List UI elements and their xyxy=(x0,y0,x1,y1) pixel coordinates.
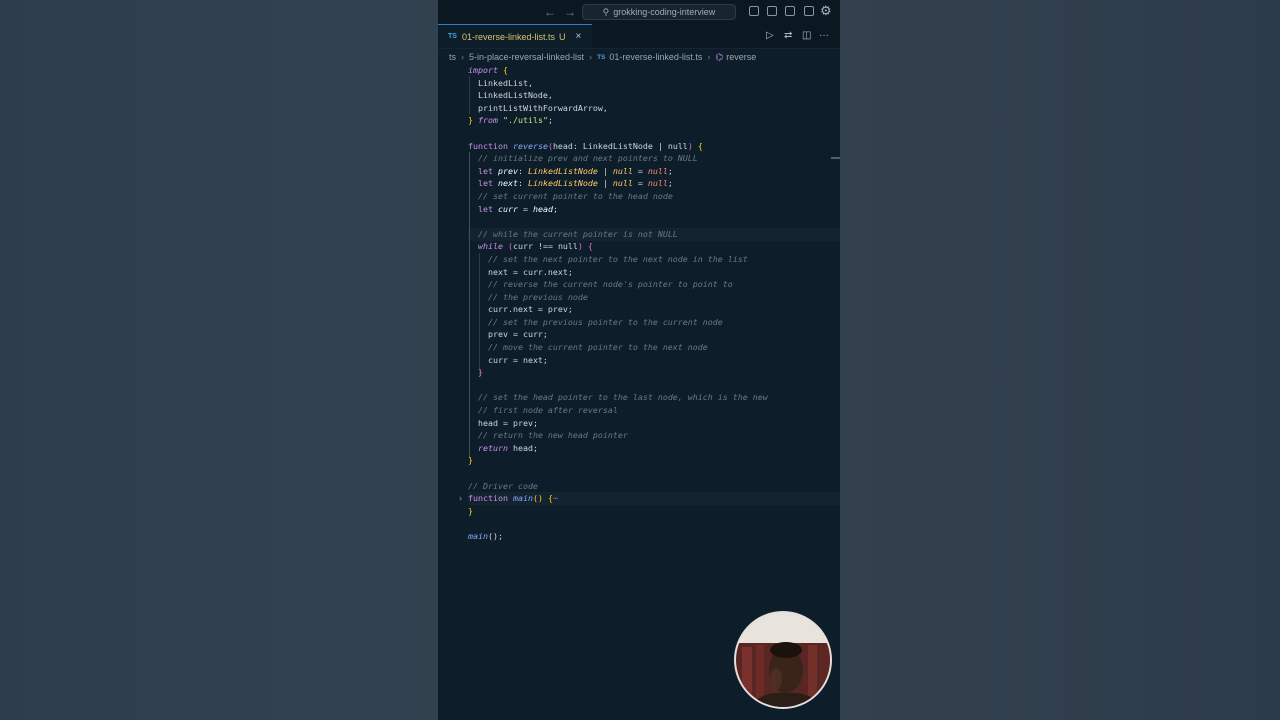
code-line: // initialize prev and next pointers to … xyxy=(478,153,698,164)
presenter-webcam-overlay xyxy=(734,611,832,709)
code-line: // return the new head pointer xyxy=(478,430,628,441)
tab-reverse-linked-list[interactable]: TS 01-reverse-linked-list.ts U × xyxy=(438,24,592,48)
chevron-right-icon: › xyxy=(707,52,711,62)
code-line: // the previous node xyxy=(487,291,588,302)
code-line: function main() {⋯ xyxy=(468,493,558,504)
toggle-panel-icon[interactable] xyxy=(767,6,777,16)
code-line: curr = next; xyxy=(487,354,548,365)
code-line: // reverse the current node's pointer to… xyxy=(487,279,733,290)
toggle-primary-sidebar-icon[interactable] xyxy=(749,6,759,16)
more-actions-icon[interactable]: ··· xyxy=(819,30,829,42)
folded-region-ellipsis[interactable]: ⋯ xyxy=(553,493,558,503)
code-line: curr.next = prev; xyxy=(487,304,573,315)
function-symbol-icon: ⌬ xyxy=(715,51,724,62)
breadcrumb: ts › 5-in-place-reversal-linked-list › T… xyxy=(438,49,840,65)
code-line: // set current pointer to the head node xyxy=(478,190,673,201)
code-line: let next: LinkedListNode | null = null; xyxy=(478,178,673,189)
typescript-file-icon: TS xyxy=(448,33,457,40)
code-line: // set the previous pointer to the curre… xyxy=(487,316,723,327)
settings-gear-icon[interactable]: ⚙ xyxy=(820,3,832,19)
breadcrumb-root[interactable]: ts xyxy=(449,52,456,62)
title-bar: ← → ⚲ grokking-coding-interview ⚙ xyxy=(438,0,840,24)
code-line: return head; xyxy=(478,442,538,453)
code-area[interactable]: import { LinkedList, LinkedListNode, pri… xyxy=(468,64,838,543)
breadcrumb-file[interactable]: 01-reverse-linked-list.ts xyxy=(609,52,702,62)
code-line: next = curr.next; xyxy=(487,266,573,277)
code-line: // move the current pointer to the next … xyxy=(487,342,708,353)
chevron-right-icon: › xyxy=(461,52,465,62)
command-center-search[interactable]: ⚲ grokking-coding-interview xyxy=(582,4,736,20)
code-line: } xyxy=(468,505,473,516)
code-line: // while the current pointer is not NULL xyxy=(478,228,678,239)
tab-label: 01-reverse-linked-list.ts xyxy=(461,31,555,42)
code-line: } from "./utils"; xyxy=(468,115,553,126)
toggle-secondary-sidebar-icon[interactable] xyxy=(785,6,795,16)
code-line: while (curr !== null) { xyxy=(478,241,593,252)
breadcrumb-symbol[interactable]: reverse xyxy=(726,52,756,62)
code-line: // first node after reversal xyxy=(478,405,618,416)
search-workspace-label: grokking-coding-interview xyxy=(613,7,716,17)
close-icon[interactable]: × xyxy=(575,31,581,42)
arrow-left-icon[interactable]: ← xyxy=(544,4,556,20)
arrow-right-icon[interactable]: → xyxy=(564,4,576,20)
chevron-right-icon[interactable]: › xyxy=(459,494,462,503)
code-line: // set the head pointer to the last node… xyxy=(478,392,768,403)
code-line: let prev: LinkedListNode | null = null; xyxy=(478,165,673,176)
code-line: prev = curr; xyxy=(487,329,548,340)
code-line: import { xyxy=(468,65,508,75)
split-editor-icon[interactable]: ◫ xyxy=(802,30,811,42)
code-line: // Driver code xyxy=(468,480,538,491)
code-line: function reverse(head: LinkedListNode | … xyxy=(468,140,703,151)
presenter-avatar xyxy=(736,613,830,707)
code-line: LinkedListNode, xyxy=(468,90,553,101)
compare-changes-icon[interactable]: ⇄ xyxy=(784,30,792,42)
untracked-status-badge: U xyxy=(558,31,566,42)
code-line: // set the next pointer to the next node… xyxy=(487,253,748,264)
breadcrumb-folder[interactable]: 5-in-place-reversal-linked-list xyxy=(469,52,584,62)
code-line: main(); xyxy=(468,530,503,541)
code-line: let curr = head; xyxy=(478,203,558,214)
editor-tab-bar: TS 01-reverse-linked-list.ts U × ▷ ⇄ ◫ ·… xyxy=(438,24,840,49)
code-line: } xyxy=(468,455,473,466)
typescript-file-icon: TS xyxy=(597,53,606,61)
code-line: head = prev; xyxy=(478,417,538,428)
customize-layout-icon[interactable] xyxy=(804,6,814,16)
code-line: } xyxy=(478,367,483,378)
code-line: printListWithForwardArrow, xyxy=(468,102,608,113)
run-icon[interactable]: ▷ xyxy=(766,30,774,42)
code-line: LinkedList, xyxy=(468,77,533,88)
search-icon: ⚲ xyxy=(602,6,610,17)
chevron-right-icon: › xyxy=(589,52,593,62)
